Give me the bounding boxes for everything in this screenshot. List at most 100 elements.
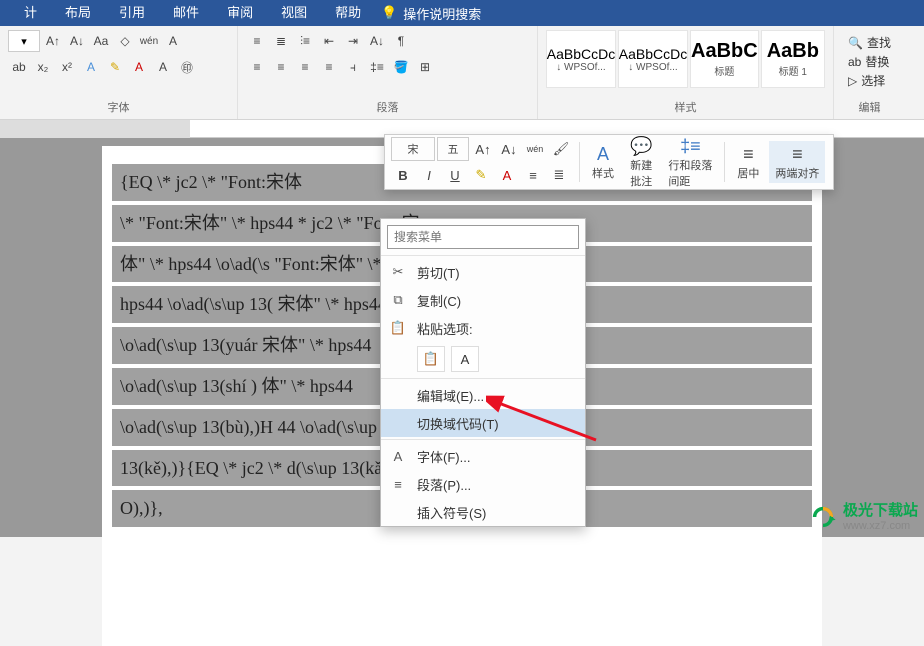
menu-paste-options: 📋粘贴选项:	[381, 314, 585, 342]
lightbulb-icon: 💡	[381, 5, 397, 21]
separator	[381, 378, 585, 379]
number-list-icon[interactable]: ≣	[270, 30, 292, 52]
text-effect-icon[interactable]: A	[80, 56, 102, 78]
align-left-icon[interactable]: ≡	[246, 56, 268, 78]
char-border-icon[interactable]: A	[162, 30, 184, 52]
center-icon: ≡	[743, 143, 754, 165]
select-button[interactable]: ▷选择	[848, 72, 891, 89]
paste-text-only-icon[interactable]: A	[451, 346, 479, 372]
mini-styles-button[interactable]: A样式	[586, 141, 620, 183]
shading-icon[interactable]: 🪣	[390, 56, 412, 78]
border-icon[interactable]: ⊞	[414, 56, 436, 78]
mini-comment-button[interactable]: 💬新建 批注	[624, 133, 658, 191]
mini-bullets-icon[interactable]: ≡	[521, 163, 545, 187]
align-center-icon[interactable]: ≡	[270, 56, 292, 78]
menu-design[interactable]: 计	[10, 0, 51, 26]
font-group: ▾ A↑ A↓ Aa ◇ wén A ab x₂ x² A ✎ A A ㊞ 字体	[0, 26, 238, 119]
decrease-indent-icon[interactable]: ⇤	[318, 30, 340, 52]
mini-center-button[interactable]: ≡居中	[731, 141, 765, 183]
clear-format-icon[interactable]: ◇	[114, 30, 136, 52]
show-marks-icon[interactable]: ¶	[390, 30, 412, 52]
menu-mail[interactable]: 邮件	[159, 0, 213, 26]
menu-bar: 计 布局 引用 邮件 审阅 视图 帮助 💡 操作说明搜索	[0, 0, 924, 26]
menu-layout[interactable]: 布局	[51, 0, 105, 26]
sort-icon[interactable]: A↓	[366, 30, 388, 52]
font-size-combo[interactable]: ▾	[8, 30, 40, 52]
mini-font-combo[interactable]: 宋	[391, 137, 435, 161]
mini-numbering-icon[interactable]: ≣	[547, 163, 571, 187]
justify-icon: ≡	[792, 143, 803, 165]
mini-underline-icon[interactable]: U	[443, 163, 467, 187]
menu-view[interactable]: 视图	[267, 0, 321, 26]
font-icon: A	[389, 449, 407, 464]
subscript-icon[interactable]: x₂	[32, 56, 54, 78]
phonetic-icon[interactable]: wén	[138, 30, 160, 52]
cut-icon: ✂	[389, 264, 407, 280]
style-gallery[interactable]: AaBbCcDc↓ WPSOf... AaBbCcDc↓ WPSOf... Aa…	[546, 30, 825, 88]
styles-icon: A	[597, 143, 609, 165]
context-menu: ✂剪切(T) ⧉复制(C) 📋粘贴选项: 📋 A 编辑域(E)... 切换域代码…	[380, 218, 586, 527]
justify-icon[interactable]: ≡	[318, 56, 340, 78]
char-shading-icon[interactable]: A	[152, 56, 174, 78]
menu-references[interactable]: 引用	[105, 0, 159, 26]
font-color-icon[interactable]: A	[128, 56, 150, 78]
separator	[381, 439, 585, 440]
paste-keep-source-icon[interactable]: 📋	[417, 346, 445, 372]
watermark: 极光下载站 www.xz7.com	[809, 502, 918, 533]
tell-me[interactable]: 💡 操作说明搜索	[381, 4, 481, 23]
watermark-url: www.xz7.com	[843, 520, 918, 533]
mini-increase-font-icon[interactable]: A↑	[471, 137, 495, 161]
mini-font-color-icon[interactable]: A	[495, 163, 519, 187]
font-group-label: 字体	[8, 97, 229, 117]
style-item[interactable]: AaBbCcDc↓ WPSOf...	[618, 30, 688, 88]
mini-toolbar: 宋 五 A↑ A↓ wén 🖌 B I U ✎ A ≡ ≣ A样式 💬新建 批注…	[384, 134, 834, 190]
menu-search-input[interactable]	[387, 225, 579, 249]
highlight-icon[interactable]: ✎	[104, 56, 126, 78]
separator	[724, 142, 725, 182]
menu-search[interactable]	[387, 225, 579, 249]
superscript-icon[interactable]: x²	[56, 56, 78, 78]
mini-format-painter-icon[interactable]: 🖌	[549, 137, 573, 161]
distribute-icon[interactable]: ⫞	[342, 56, 364, 78]
bullet-list-icon[interactable]: ≡	[246, 30, 268, 52]
styles-group-label: 样式	[546, 97, 825, 117]
select-icon: ▷	[848, 74, 857, 88]
increase-font-icon[interactable]: A↑	[42, 30, 64, 52]
mini-italic-icon[interactable]: I	[417, 163, 441, 187]
menu-review[interactable]: 审阅	[213, 0, 267, 26]
style-item[interactable]: AaBbC标题	[690, 30, 759, 88]
paragraph-icon: ≡	[389, 477, 407, 492]
menu-copy[interactable]: ⧉复制(C)	[381, 286, 585, 314]
edit-group-label: 编辑	[842, 97, 897, 117]
replace-button[interactable]: ab替换	[848, 53, 891, 70]
mini-decrease-font-icon[interactable]: A↓	[497, 137, 521, 161]
mini-justify-button[interactable]: ≡两端对齐	[769, 141, 825, 183]
style-item[interactable]: AaBbCcDc↓ WPSOf...	[546, 30, 616, 88]
mini-bold-icon[interactable]: B	[391, 163, 415, 187]
ribbon: ▾ A↑ A↓ Aa ◇ wén A ab x₂ x² A ✎ A A ㊞ 字体	[0, 26, 924, 120]
menu-insert-symbol[interactable]: 插入符号(S)	[381, 498, 585, 526]
align-right-icon[interactable]: ≡	[294, 56, 316, 78]
menu-edit-field[interactable]: 编辑域(E)...	[381, 381, 585, 409]
strike-icon[interactable]: ab	[8, 56, 30, 78]
menu-toggle-field-code[interactable]: 切换域代码(T)	[381, 409, 585, 437]
enclose-char-icon[interactable]: ㊞	[176, 56, 198, 78]
copy-icon: ⧉	[389, 292, 407, 308]
menu-help[interactable]: 帮助	[321, 0, 375, 26]
multilevel-list-icon[interactable]: ⫶≡	[294, 30, 316, 52]
watermark-name: 极光下载站	[843, 502, 918, 520]
menu-paragraph[interactable]: ≡段落(P)...	[381, 470, 585, 498]
find-button[interactable]: 🔍查找	[848, 34, 891, 51]
mini-highlight-icon[interactable]: ✎	[469, 163, 493, 187]
paragraph-group-label: 段落	[246, 97, 529, 117]
mini-spacing-button[interactable]: ‡≡行和段落 间距	[662, 133, 718, 191]
mini-size-combo[interactable]: 五	[437, 137, 469, 161]
style-item[interactable]: AaBb标题 1	[761, 30, 825, 88]
change-case-icon[interactable]: Aa	[90, 30, 112, 52]
menu-cut[interactable]: ✂剪切(T)	[381, 258, 585, 286]
increase-indent-icon[interactable]: ⇥	[342, 30, 364, 52]
decrease-font-icon[interactable]: A↓	[66, 30, 88, 52]
mini-phonetic-icon[interactable]: wén	[523, 137, 547, 161]
line-spacing-icon[interactable]: ‡≡	[366, 56, 388, 78]
menu-font[interactable]: A字体(F)...	[381, 442, 585, 470]
